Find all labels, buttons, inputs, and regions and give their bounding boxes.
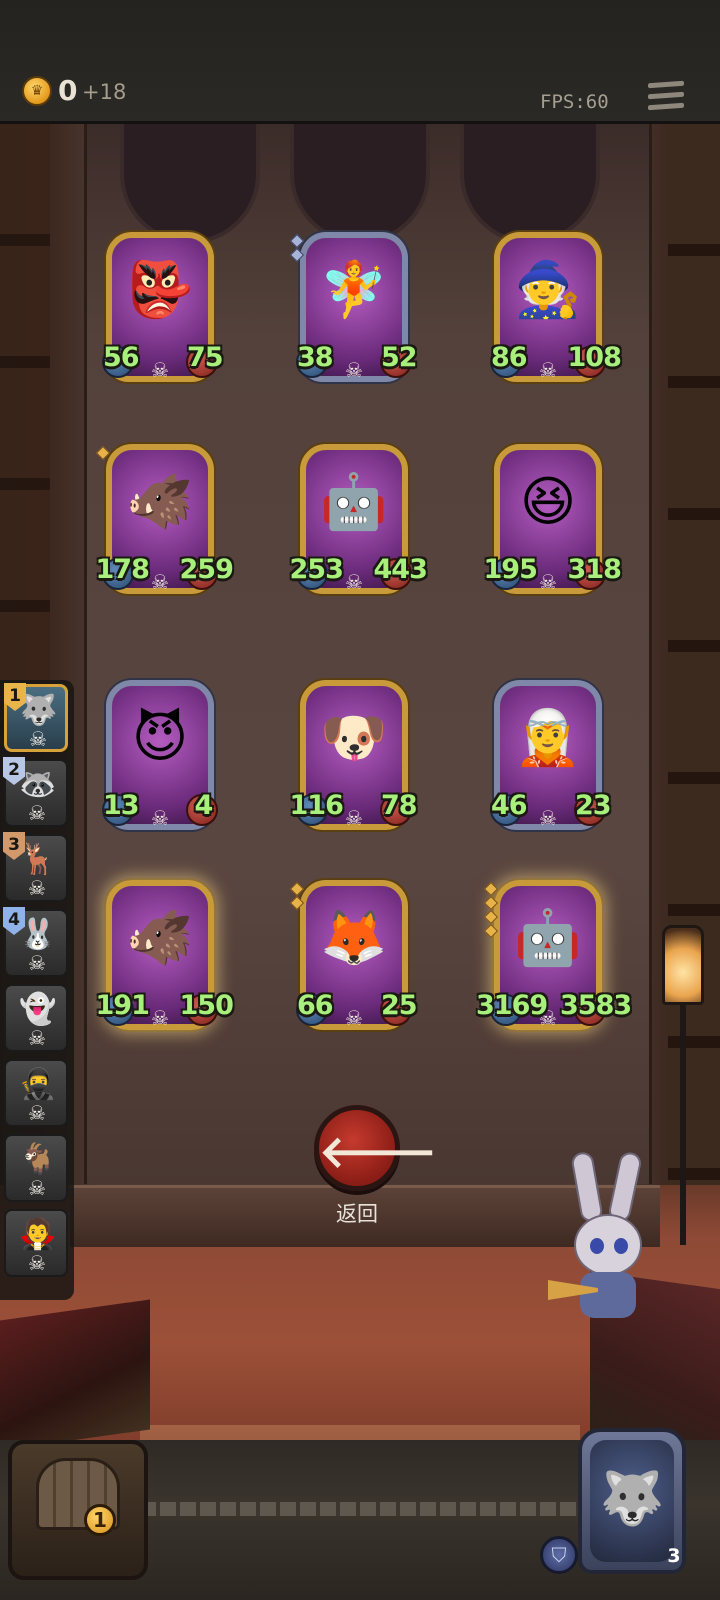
skull-icon: ☠	[28, 1251, 46, 1275]
skull-icon: ☠	[345, 570, 363, 594]
roster-slot[interactable]: 🐰 ☠ 4	[3, 907, 68, 977]
skull-icon: ☠	[28, 951, 46, 975]
card-health: 108	[567, 342, 622, 373]
red-ogre-icon: 😆	[519, 470, 577, 533]
card-attack: 3169	[476, 990, 548, 1021]
witch-icon: 🧙	[514, 258, 582, 321]
roster-slot[interactable]: 🐐 ☠	[4, 1134, 68, 1202]
bandit-portrait-icon: 🥷	[19, 1067, 57, 1102]
fairy-icon: 🧚	[320, 258, 388, 321]
card-health: 3583	[560, 990, 632, 1021]
bookshelf-left	[0, 124, 50, 744]
armored-knight-icon: 🤖	[320, 470, 388, 533]
back-button-label: 返回	[336, 1202, 378, 1226]
hooded-portrait-icon: 🧛	[19, 1217, 57, 1252]
card-health: 25	[381, 990, 418, 1021]
shield-icon: ⛉	[540, 1536, 578, 1574]
gold-income: +18	[82, 80, 127, 104]
skull-icon: ☠	[29, 727, 47, 751]
card-health: 52	[381, 342, 418, 373]
skull-icon: ☠	[151, 570, 169, 594]
card-health: 78	[381, 790, 418, 821]
card-attack: 46	[491, 790, 528, 821]
card-health: 75	[187, 342, 224, 373]
menu-icon[interactable]	[648, 80, 684, 116]
card-attack: 195	[483, 554, 538, 585]
gold-coin-icon: ♛	[22, 76, 52, 106]
card-attack: 86	[491, 342, 528, 373]
cow-dog-icon: 🐶	[320, 706, 388, 769]
hero-card[interactable]: 😈 ☠ 13 4	[100, 680, 220, 840]
book-pile-left	[0, 1299, 150, 1451]
skull-icon: ☠	[539, 570, 557, 594]
hero-card[interactable]: 🦊 ☠ 66 25	[289, 880, 418, 1040]
player-roster: 🐺 ☠ 1 🦝 ☠ 2 🦌 ☠ 3 🐰 ☠ 4 👻 ☠ 🥷 ☠ 🐐 ☠ 🧛 ☠	[0, 680, 74, 1300]
rabbit-mascot	[548, 1150, 658, 1322]
goblin-mushroom-icon: 👺	[126, 258, 194, 321]
roster-slot[interactable]: 🥷 ☠	[4, 1059, 68, 1127]
card-health: 23	[575, 790, 612, 821]
card-attack: 38	[297, 342, 334, 373]
card-health: 259	[179, 554, 234, 585]
boar-icon: 🐗	[126, 906, 194, 969]
hero-lives: 3	[652, 1530, 696, 1580]
skull-icon: ☠	[28, 1176, 46, 1200]
armored-knight-icon: 🤖	[514, 906, 582, 969]
hero-card[interactable]: 🧚 ☠ 38 52	[289, 232, 418, 392]
chain-decoration	[140, 1502, 580, 1516]
skull-icon: ☠	[151, 358, 169, 382]
card-attack: 116	[289, 790, 344, 821]
ghost-portrait-icon: 👻	[19, 992, 57, 1027]
hero-card[interactable]: 👺 ☠ 56 75	[100, 232, 224, 392]
heart-icon: 3	[667, 1545, 681, 1567]
card-attack: 178	[95, 554, 150, 585]
card-attack: 56	[103, 342, 140, 373]
card-attack: 191	[95, 990, 150, 1021]
roster-slot[interactable]: 👻 ☠	[4, 984, 68, 1052]
skull-icon: ☠	[345, 806, 363, 830]
hero-card[interactable]: 🐶 ☠ 116 78	[290, 680, 418, 840]
hero-card[interactable]: 🤖 ☠ 253 443	[290, 444, 428, 604]
card-attack: 253	[289, 554, 344, 585]
arrow-left-icon: 🡐	[319, 1127, 437, 1178]
card-attack: 66	[297, 990, 334, 1021]
hero-card[interactable]: 🐗 ☠ 191 150	[96, 880, 234, 1040]
chest-count-badge: 1	[84, 1504, 116, 1536]
card-health: 4	[194, 790, 214, 821]
street-lamp	[658, 905, 708, 1255]
skull-icon: ☠	[539, 806, 557, 830]
skull-icon: ☠	[28, 1101, 46, 1125]
roster-slot[interactable]: 🦝 ☠ 2	[3, 757, 68, 827]
skull-icon: ☠	[345, 1006, 363, 1030]
chest-icon[interactable]	[8, 1440, 148, 1580]
skull-icon: ☠	[28, 876, 46, 900]
card-health: 443	[373, 554, 428, 585]
wizard-elf-icon: 🧝	[514, 706, 582, 769]
skull-icon: ☠	[151, 1006, 169, 1030]
skull-icon: ☠	[151, 806, 169, 830]
card-health: 318	[567, 554, 622, 585]
hero-card[interactable]: 🧝 ☠ 46 23	[488, 680, 612, 840]
top-bar: ♛ 0 +18 FPS:60	[0, 0, 720, 124]
goat-portrait-icon: 🐐	[19, 1142, 57, 1177]
hero-card[interactable]: 🤖 ☠ 3169 3583	[476, 880, 632, 1040]
roster-slot[interactable]: 🦌 ☠ 3	[3, 832, 68, 902]
back-button[interactable]: 🡐	[314, 1105, 437, 1191]
skull-icon: ☠	[345, 358, 363, 382]
hero-card[interactable]: 🧙 ☠ 86 108	[488, 232, 622, 392]
boar-icon: 🐗	[126, 470, 194, 533]
gold-amount: 0	[58, 74, 78, 107]
roster-slot[interactable]: 🐺 ☠ 1	[4, 683, 68, 752]
fox-bard-icon: 🦊	[320, 906, 388, 969]
card-health: 150	[179, 990, 234, 1021]
hero-card[interactable]: 😆 ☠ 195 318	[484, 444, 622, 604]
card-attack: 13	[103, 790, 140, 821]
skull-icon: ☠	[28, 1026, 46, 1050]
skull-icon: ☠	[539, 358, 557, 382]
skull-icon: ☠	[28, 801, 46, 825]
hero-card[interactable]: 🐗 ☠ 178 259	[96, 444, 234, 604]
demon-elf-icon: 😈	[131, 706, 189, 769]
roster-slot[interactable]: 🧛 ☠	[4, 1209, 68, 1277]
fps-counter: FPS:60	[540, 91, 609, 113]
